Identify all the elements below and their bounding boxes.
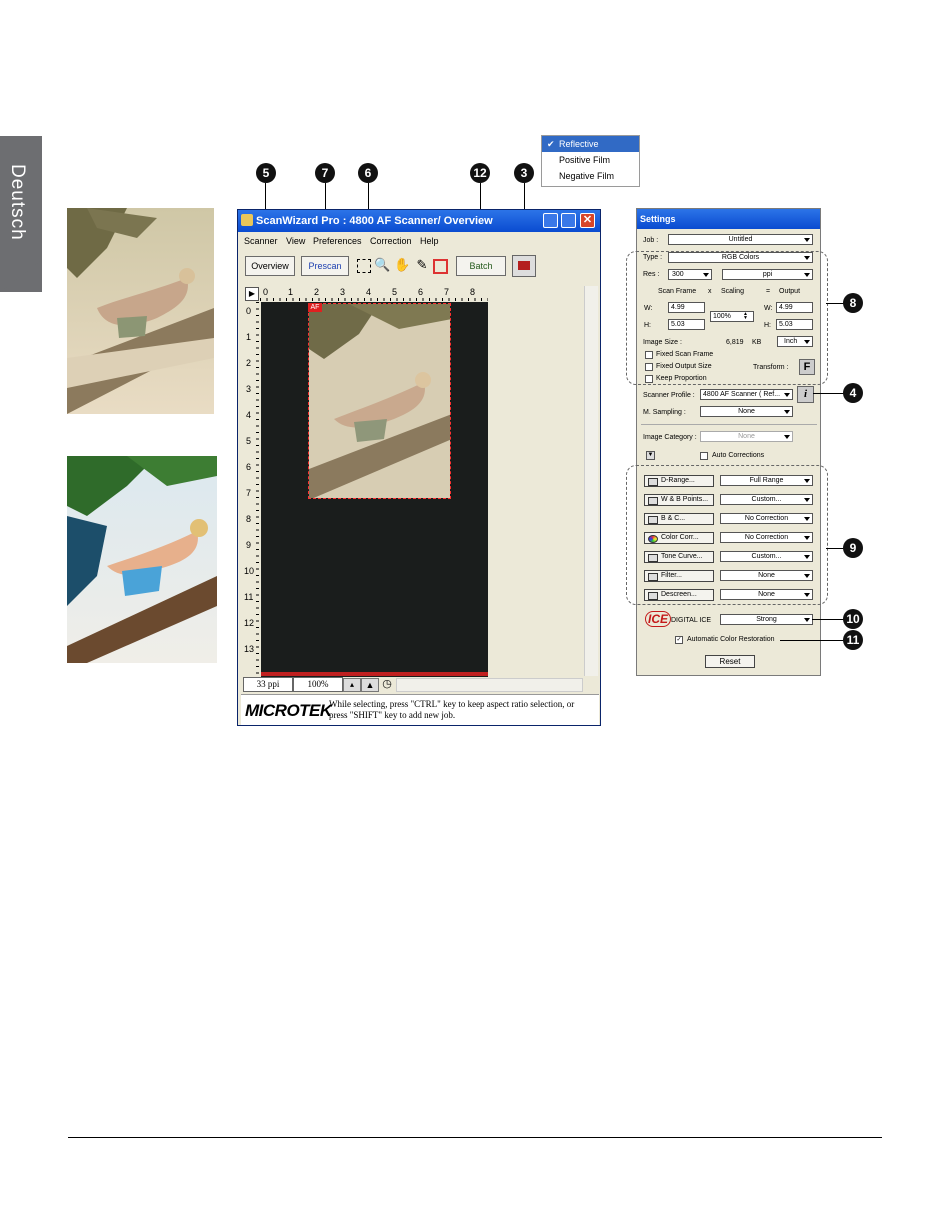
title-bar[interactable]: ScanWizard Pro : 4800 AF Scanner/ Overvi… <box>238 210 600 232</box>
crop-frame-icon[interactable] <box>433 259 448 274</box>
expand-icon[interactable]: ▼ <box>646 451 655 460</box>
prescan-button[interactable]: Prescan <box>301 256 349 276</box>
menu-item-positive-film[interactable]: Positive Film <box>542 152 639 168</box>
toolbar: Overview Prescan 🔍 ✋ ✎ Batch <box>238 250 600 284</box>
corrected-photo <box>67 456 217 663</box>
callout-8-leader <box>826 303 844 304</box>
callout-4: 4 <box>843 383 863 403</box>
callout-9-leader <box>826 548 844 549</box>
ruler-ticks <box>260 298 488 301</box>
callout-6: 6 <box>358 163 378 183</box>
zoom-out-icon[interactable]: ▴ <box>343 678 361 692</box>
close-button[interactable]: ✕ <box>580 213 595 228</box>
callout-3: 3 <box>514 163 534 183</box>
scanner-profile-label: Scanner Profile : <box>643 392 695 399</box>
scanner-profile-select[interactable]: 4800 AF Scanner ( Ref... <box>700 389 793 400</box>
callout-8: 8 <box>843 293 863 313</box>
hand-tool-icon[interactable]: ✋ <box>394 257 410 273</box>
ruler-horizontal: 0 1 2 3 4 5 6 7 8 <box>260 287 488 301</box>
menu-item-negative-film[interactable]: Negative Film <box>542 168 639 184</box>
vertical-scrollbar[interactable] <box>584 286 598 676</box>
menu-bar: Scanner View Preferences Correction Help <box>238 232 600 249</box>
callout-11-leader <box>780 640 844 641</box>
callout-9: 9 <box>843 538 863 558</box>
divider <box>641 424 817 425</box>
select-tool-icon[interactable] <box>357 259 371 273</box>
auto-corrections-label: Auto Corrections <box>712 452 765 459</box>
size-group-outline <box>626 251 828 385</box>
af-frame-tag: AF <box>308 303 322 312</box>
original-photo <box>67 208 214 414</box>
reset-button[interactable]: Reset <box>705 655 755 668</box>
menu-view[interactable]: View <box>286 236 305 246</box>
checkmark-icon: ✔ <box>547 139 555 149</box>
hint-text: While selecting, press "CTRL" key to kee… <box>329 699 575 720</box>
callout-7: 7 <box>315 163 335 183</box>
tools-group-outline <box>626 465 828 605</box>
auto-color-restoration-label: Automatic Color Restoration <box>687 636 775 643</box>
zoom-in-icon[interactable]: ▲ <box>361 678 379 692</box>
callout-10: 10 <box>843 609 863 629</box>
microtek-logo: MICROTEK <box>245 701 332 720</box>
job-label: Job : <box>643 237 659 244</box>
menu-item-reflective[interactable]: ✔ Reflective <box>542 136 639 152</box>
menu-scanner[interactable]: Scanner <box>244 236 278 246</box>
callout-12: 12 <box>470 163 490 183</box>
magnifier-icon[interactable]: 🔍 <box>374 257 390 273</box>
scan-frame-bottom <box>261 672 488 676</box>
scan-button-icon[interactable] <box>512 255 536 277</box>
menu-correction[interactable]: Correction <box>370 236 412 246</box>
settings-title: Settings <box>637 209 820 229</box>
minimize-button[interactable] <box>543 213 558 228</box>
callout-5: 5 <box>256 163 276 183</box>
auto-corrections-checkbox[interactable] <box>700 452 708 460</box>
image-category-label: Image Category : <box>643 434 697 441</box>
resolution-readout: 33 ppi <box>243 677 293 692</box>
scanwizard-window: ScanWizard Pro : 4800 AF Scanner/ Overvi… <box>237 209 601 726</box>
image-category-select[interactable]: None <box>700 431 793 442</box>
digital-ice-select[interactable]: Strong <box>720 614 813 625</box>
digital-ice-logo: ICE <box>645 611 672 627</box>
eyedropper-icon[interactable]: ✎ <box>414 257 430 273</box>
app-icon <box>241 214 253 226</box>
job-select[interactable]: Untitled <box>668 234 813 245</box>
info-icon[interactable]: i <box>797 386 814 403</box>
ruler-ticks-vertical <box>256 302 259 677</box>
m-sampling-select[interactable]: None <box>700 406 793 417</box>
scanner-icon <box>518 261 530 270</box>
language-tab-corner <box>0 260 42 292</box>
auto-color-restoration-checkbox[interactable]: ✓ <box>675 636 683 644</box>
horizontal-scrollbar[interactable] <box>396 678 583 692</box>
callout-11: 11 <box>843 630 863 650</box>
digital-ice-label: DIGITAL ICE <box>671 617 712 624</box>
status-bar: 33 ppi 100% ▴ ▲ ◷ <box>241 677 583 692</box>
zoom-readout: 100% <box>293 677 343 692</box>
hint-footer: MICROTEK While selecting, press "CTRL" k… <box>241 694 599 725</box>
footer-rule <box>68 1137 882 1138</box>
batch-button[interactable]: Batch <box>456 256 506 276</box>
callout-10-leader <box>812 619 844 620</box>
maximize-button[interactable] <box>561 213 576 228</box>
overview-button[interactable]: Overview <box>245 256 295 276</box>
window-title: ScanWizard Pro : 4800 AF Scanner/ Overvi… <box>256 215 493 227</box>
prescan-preview-image[interactable] <box>308 303 451 499</box>
ruler-vertical: 0 1 2 3 4 5 6 7 8 9 10 11 12 13 <box>244 302 260 677</box>
ruler-play-icon[interactable]: ▶ <box>245 287 259 301</box>
menu-help[interactable]: Help <box>420 236 439 246</box>
m-sampling-label: M. Sampling : <box>643 409 686 416</box>
callout-4-leader <box>813 393 845 394</box>
language-tab-label: Deutsch <box>7 164 28 241</box>
scan-mode-menu[interactable]: ✔ Reflective Positive Film Negative Film <box>541 135 640 187</box>
menu-preferences[interactable]: Preferences <box>313 236 362 246</box>
clock-icon[interactable]: ◷ <box>380 678 394 690</box>
